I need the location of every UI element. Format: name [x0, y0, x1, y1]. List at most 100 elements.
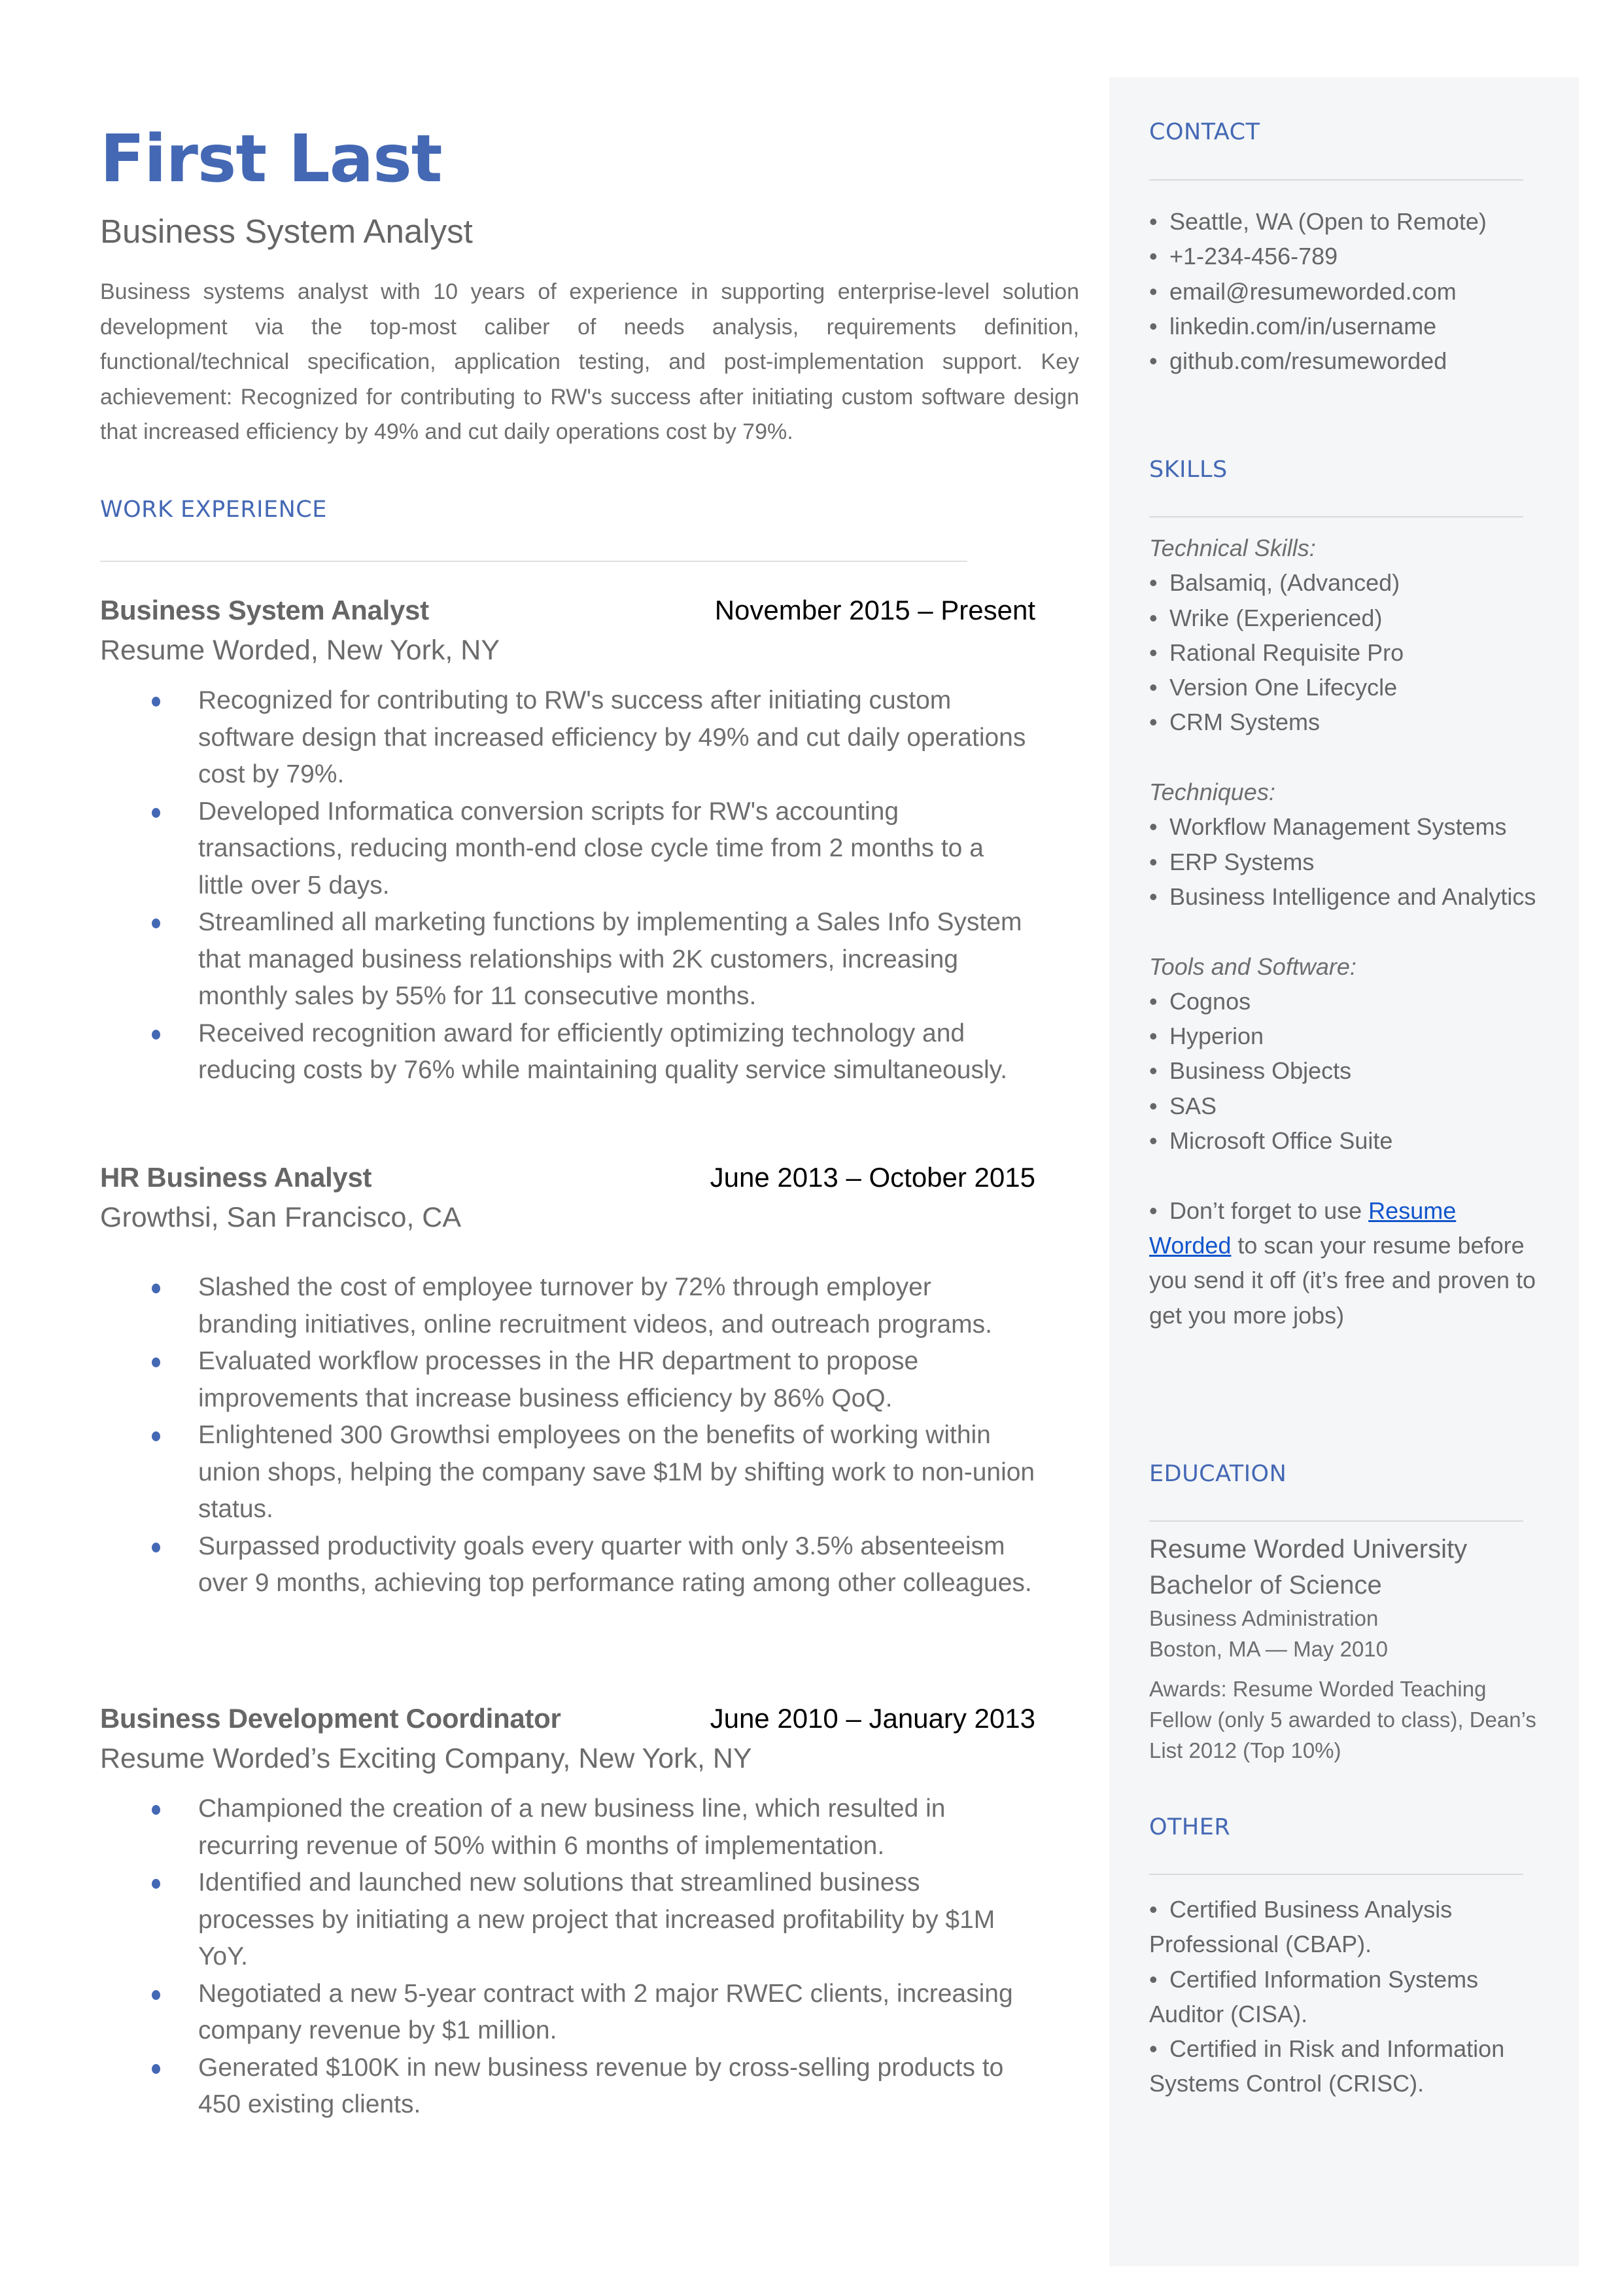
- job-entry: Business System Analyst November 2015 – …: [100, 591, 1035, 1089]
- contact-email-text: email@resumeworded.com: [1169, 277, 1457, 305]
- skills-heading: SKILLS: [1149, 457, 1228, 483]
- skill-item-text: Rational Requisite Pro: [1169, 639, 1404, 666]
- bullet-icon: •: [1149, 1092, 1158, 1119]
- bullet-dot-icon: [152, 1284, 160, 1293]
- skills-body: Technical Skills: • Balsamiq, (Advanced) …: [1149, 531, 1542, 1333]
- bullet-dot-icon: [152, 919, 160, 928]
- job-bullet-text: Surpassed productivity goals every quart…: [198, 1532, 1032, 1598]
- education-degree: Bachelor of Science: [1149, 1571, 1382, 1600]
- skill-item-text: Balsamiq, (Advanced): [1169, 569, 1400, 597]
- skill-item: • CRM Systems: [1149, 705, 1542, 739]
- bullet-icon: •: [1149, 813, 1158, 841]
- job-bullet-text: Championed the creation of a new busines…: [198, 1795, 946, 1860]
- skill-item-text: Version One Lifecycle: [1169, 674, 1398, 701]
- bullet-icon: •: [1149, 312, 1158, 340]
- skills-section: SKILLS Technical Skills: • Balsamiq, (Adv…: [1149, 455, 1542, 1333]
- job-bullet-text: Generated $100K in new business revenue …: [198, 2053, 1004, 2119]
- bullet-icon: •: [1149, 674, 1158, 701]
- job-bullet: Enlightened 300 Growthsi employees on th…: [100, 1417, 1035, 1528]
- education-location-date: Boston, MA — May 2010: [1149, 1637, 1389, 1661]
- bullet-dot-icon: [152, 697, 160, 707]
- bullet-icon: •: [1149, 883, 1158, 910]
- other-section: OTHER • Certified Business Analysis Profe…: [1149, 1813, 1542, 2101]
- job-entry: HR Business Analyst June 2013 – October …: [100, 1158, 1035, 1602]
- job-bullet: Received recognition award for efficient…: [100, 1015, 1035, 1089]
- skill-item: • Microsoft Office Suite: [1149, 1123, 1542, 1158]
- skill-item: • Balsamiq, (Advanced): [1149, 565, 1542, 600]
- bullet-icon: •: [1149, 1197, 1158, 1224]
- job-bullet-text: Negotiated a new 5-year contract with 2 …: [198, 1979, 1013, 2045]
- bullet-dot-icon: [152, 1358, 160, 1367]
- certification-item: • Certified Business Analysis Professiona…: [1149, 1892, 1542, 1962]
- bullet-icon: •: [1149, 1127, 1158, 1155]
- job-bullet: Championed the creation of a new busines…: [100, 1791, 1035, 1865]
- bullet-icon: •: [1149, 1896, 1158, 1923]
- skill-group-label: Technical Skills:: [1149, 534, 1316, 561]
- bullet-icon: •: [1149, 1023, 1158, 1050]
- skill-item: • Version One Lifecycle: [1149, 670, 1542, 705]
- bullet-dot-icon: [152, 807, 160, 818]
- bullet-icon: •: [1149, 604, 1158, 631]
- contact-section: CONTACT • Seattle, WA (Open to Remote) • +…: [1149, 118, 1542, 378]
- bullet-icon: •: [1149, 277, 1158, 305]
- job-title: Business Development Coordinator: [100, 1703, 561, 1734]
- skill-list: • Workflow Management Systems • ERP System…: [1149, 809, 1542, 914]
- contact-location: • Seattle, WA (Open to Remote): [1149, 204, 1542, 239]
- skill-item-text: ERP Systems: [1169, 848, 1315, 875]
- candidate-name: First Last: [100, 120, 443, 197]
- contact-divider: [1149, 179, 1523, 181]
- contact-phone-text: +1-234-456-789: [1169, 243, 1338, 270]
- job-bullet-list: Slashed the cost of employee turnover by…: [100, 1269, 1035, 1602]
- sidebar: CONTACT • Seattle, WA (Open to Remote) • +…: [1109, 77, 1579, 2266]
- skill-item-text: SAS: [1169, 1092, 1217, 1119]
- certification-text: Certified Business Analysis Professional…: [1149, 1896, 1453, 1958]
- skill-item: • Workflow Management Systems: [1149, 809, 1542, 844]
- job-bullet-text: Identified and launched new solutions th…: [198, 1868, 995, 1971]
- skill-item: • Rational Requisite Pro: [1149, 635, 1542, 670]
- job-header: HR Business Analyst June 2013 – October …: [100, 1158, 1035, 1197]
- contact-linkedin-text: linkedin.com/in/username: [1169, 312, 1437, 340]
- skill-group-label: Tools and Software:: [1149, 953, 1356, 980]
- skill-list: • Balsamiq, (Advanced) • Wrike (Experience…: [1149, 565, 1542, 739]
- job-header: Business System Analyst November 2015 – …: [100, 591, 1035, 630]
- skill-item: • Hyperion: [1149, 1019, 1542, 1053]
- job-bullet: Recognized for contributing to RW's succ…: [100, 682, 1035, 794]
- bullet-dot-icon: [152, 1879, 160, 1889]
- other-heading: OTHER: [1149, 1814, 1231, 1840]
- bullet-dot-icon: [152, 1029, 160, 1040]
- job-company: Resume Worded, New York, NY: [100, 635, 500, 666]
- skill-item: • ERP Systems: [1149, 845, 1542, 879]
- job-bullet-text: Slashed the cost of employee turnover by…: [198, 1273, 992, 1339]
- education-divider: [1149, 1520, 1523, 1522]
- contact-location-text: Seattle, WA (Open to Remote): [1169, 208, 1487, 235]
- job-bullet: Surpassed productivity goals every quart…: [100, 1528, 1035, 1602]
- job-bullet: Negotiated a new 5-year contract with 2 …: [100, 1976, 1035, 2050]
- skill-item: • Cognos: [1149, 984, 1542, 1019]
- job-bullet: Streamlined all marketing functions by i…: [100, 904, 1035, 1015]
- certification-item: • Certified Information Systems Auditor (…: [1149, 1962, 1542, 2032]
- skill-item-text: CRM Systems: [1169, 709, 1321, 736]
- skill-item-text: Wrike (Experienced): [1169, 604, 1383, 631]
- job-title: HR Business Analyst: [100, 1162, 372, 1193]
- job-bullet-text: Recognized for contributing to RW's succ…: [198, 686, 1026, 788]
- bullet-dot-icon: [152, 2063, 160, 2074]
- skill-item-text: Cognos: [1169, 987, 1251, 1015]
- contact-github: • github.com/resumeworded: [1149, 343, 1542, 378]
- skill-item: • Business Intelligence and Analytics: [1149, 879, 1542, 914]
- bullet-dot-icon: [152, 1989, 160, 2000]
- job-bullet-list: Recognized for contributing to RW's succ…: [100, 682, 1035, 1089]
- job-title: Business System Analyst: [100, 595, 429, 625]
- job-bullet-text: Received recognition award for efficient…: [198, 1019, 1008, 1085]
- contact-phone: • +1-234-456-789: [1149, 239, 1542, 273]
- candidate-headline: Business System Analyst: [100, 213, 473, 250]
- certification-text: Certified Information Systems Auditor (C…: [1149, 1965, 1479, 2027]
- contact-heading: CONTACT: [1149, 119, 1260, 145]
- certification-item: • Certified in Risk and Information Syste…: [1149, 2031, 1542, 2101]
- resume-tip-item: • Don’t forget to use Resume Worded to sc…: [1149, 1193, 1542, 1333]
- job-header: Business Development Coordinator June 20…: [100, 1699, 1035, 1738]
- skill-group-label: Techniques:: [1149, 779, 1275, 806]
- certification-text: Certified in Risk and Information System…: [1149, 2035, 1505, 2097]
